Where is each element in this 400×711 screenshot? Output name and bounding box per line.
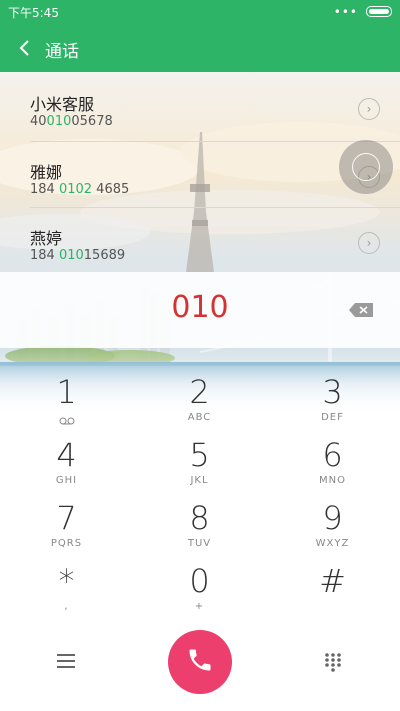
dial-display: 010: [0, 272, 400, 348]
key-4[interactable]: 4 GHI: [0, 431, 133, 494]
key-2[interactable]: 2 ABC: [133, 368, 266, 431]
key-6[interactable]: 6 MNO: [266, 431, 399, 494]
battery-icon: [366, 6, 392, 17]
floating-assistive-button[interactable]: [339, 140, 393, 194]
status-time: 下午5:45: [8, 6, 59, 20]
page-title: 通话: [45, 42, 79, 62]
contact-detail-chevron-icon[interactable]: ›: [358, 232, 380, 254]
contact-name: 雅娜: [30, 163, 63, 182]
status-bar: 下午5:45 •••: [0, 0, 400, 24]
key-9[interactable]: 9 WXYZ: [266, 494, 399, 557]
key-3[interactable]: 3 DEF: [266, 368, 399, 431]
key-star[interactable]: * ,: [0, 557, 133, 620]
more-dots-icon: •••: [333, 4, 358, 19]
contact-number: 184 01015689: [30, 248, 126, 263]
call-button[interactable]: [168, 630, 232, 694]
status-icons: •••: [333, 4, 392, 19]
key-5[interactable]: 5 JKL: [133, 431, 266, 494]
key-0[interactable]: 0 +: [133, 557, 266, 620]
contact-name: 小米客服: [30, 95, 95, 114]
contact-number: 184 0102 4685: [30, 182, 130, 197]
contact-name: 燕婷: [30, 229, 63, 248]
phone-icon: [186, 646, 214, 678]
contact-item[interactable]: 燕婷 184 01015689 ›: [0, 208, 400, 274]
backspace-icon[interactable]: [348, 302, 374, 318]
contact-detail-chevron-icon[interactable]: ›: [358, 98, 380, 120]
dialpad-grid-icon[interactable]: [323, 652, 343, 672]
contact-number: 4001005678: [30, 114, 113, 129]
app-header: 通话: [0, 24, 400, 72]
key-7[interactable]: 7 PQRS: [0, 494, 133, 557]
key-8[interactable]: 8 TUV: [133, 494, 266, 557]
key-hash[interactable]: #: [266, 557, 399, 620]
entered-number: 010: [171, 290, 229, 325]
back-chevron-icon[interactable]: [12, 34, 36, 62]
key-1[interactable]: 1: [0, 368, 133, 431]
voicemail-icon: [59, 410, 75, 429]
hamburger-menu-icon[interactable]: [56, 652, 76, 670]
contact-item[interactable]: 小米客服 4001005678 ›: [0, 74, 400, 140]
